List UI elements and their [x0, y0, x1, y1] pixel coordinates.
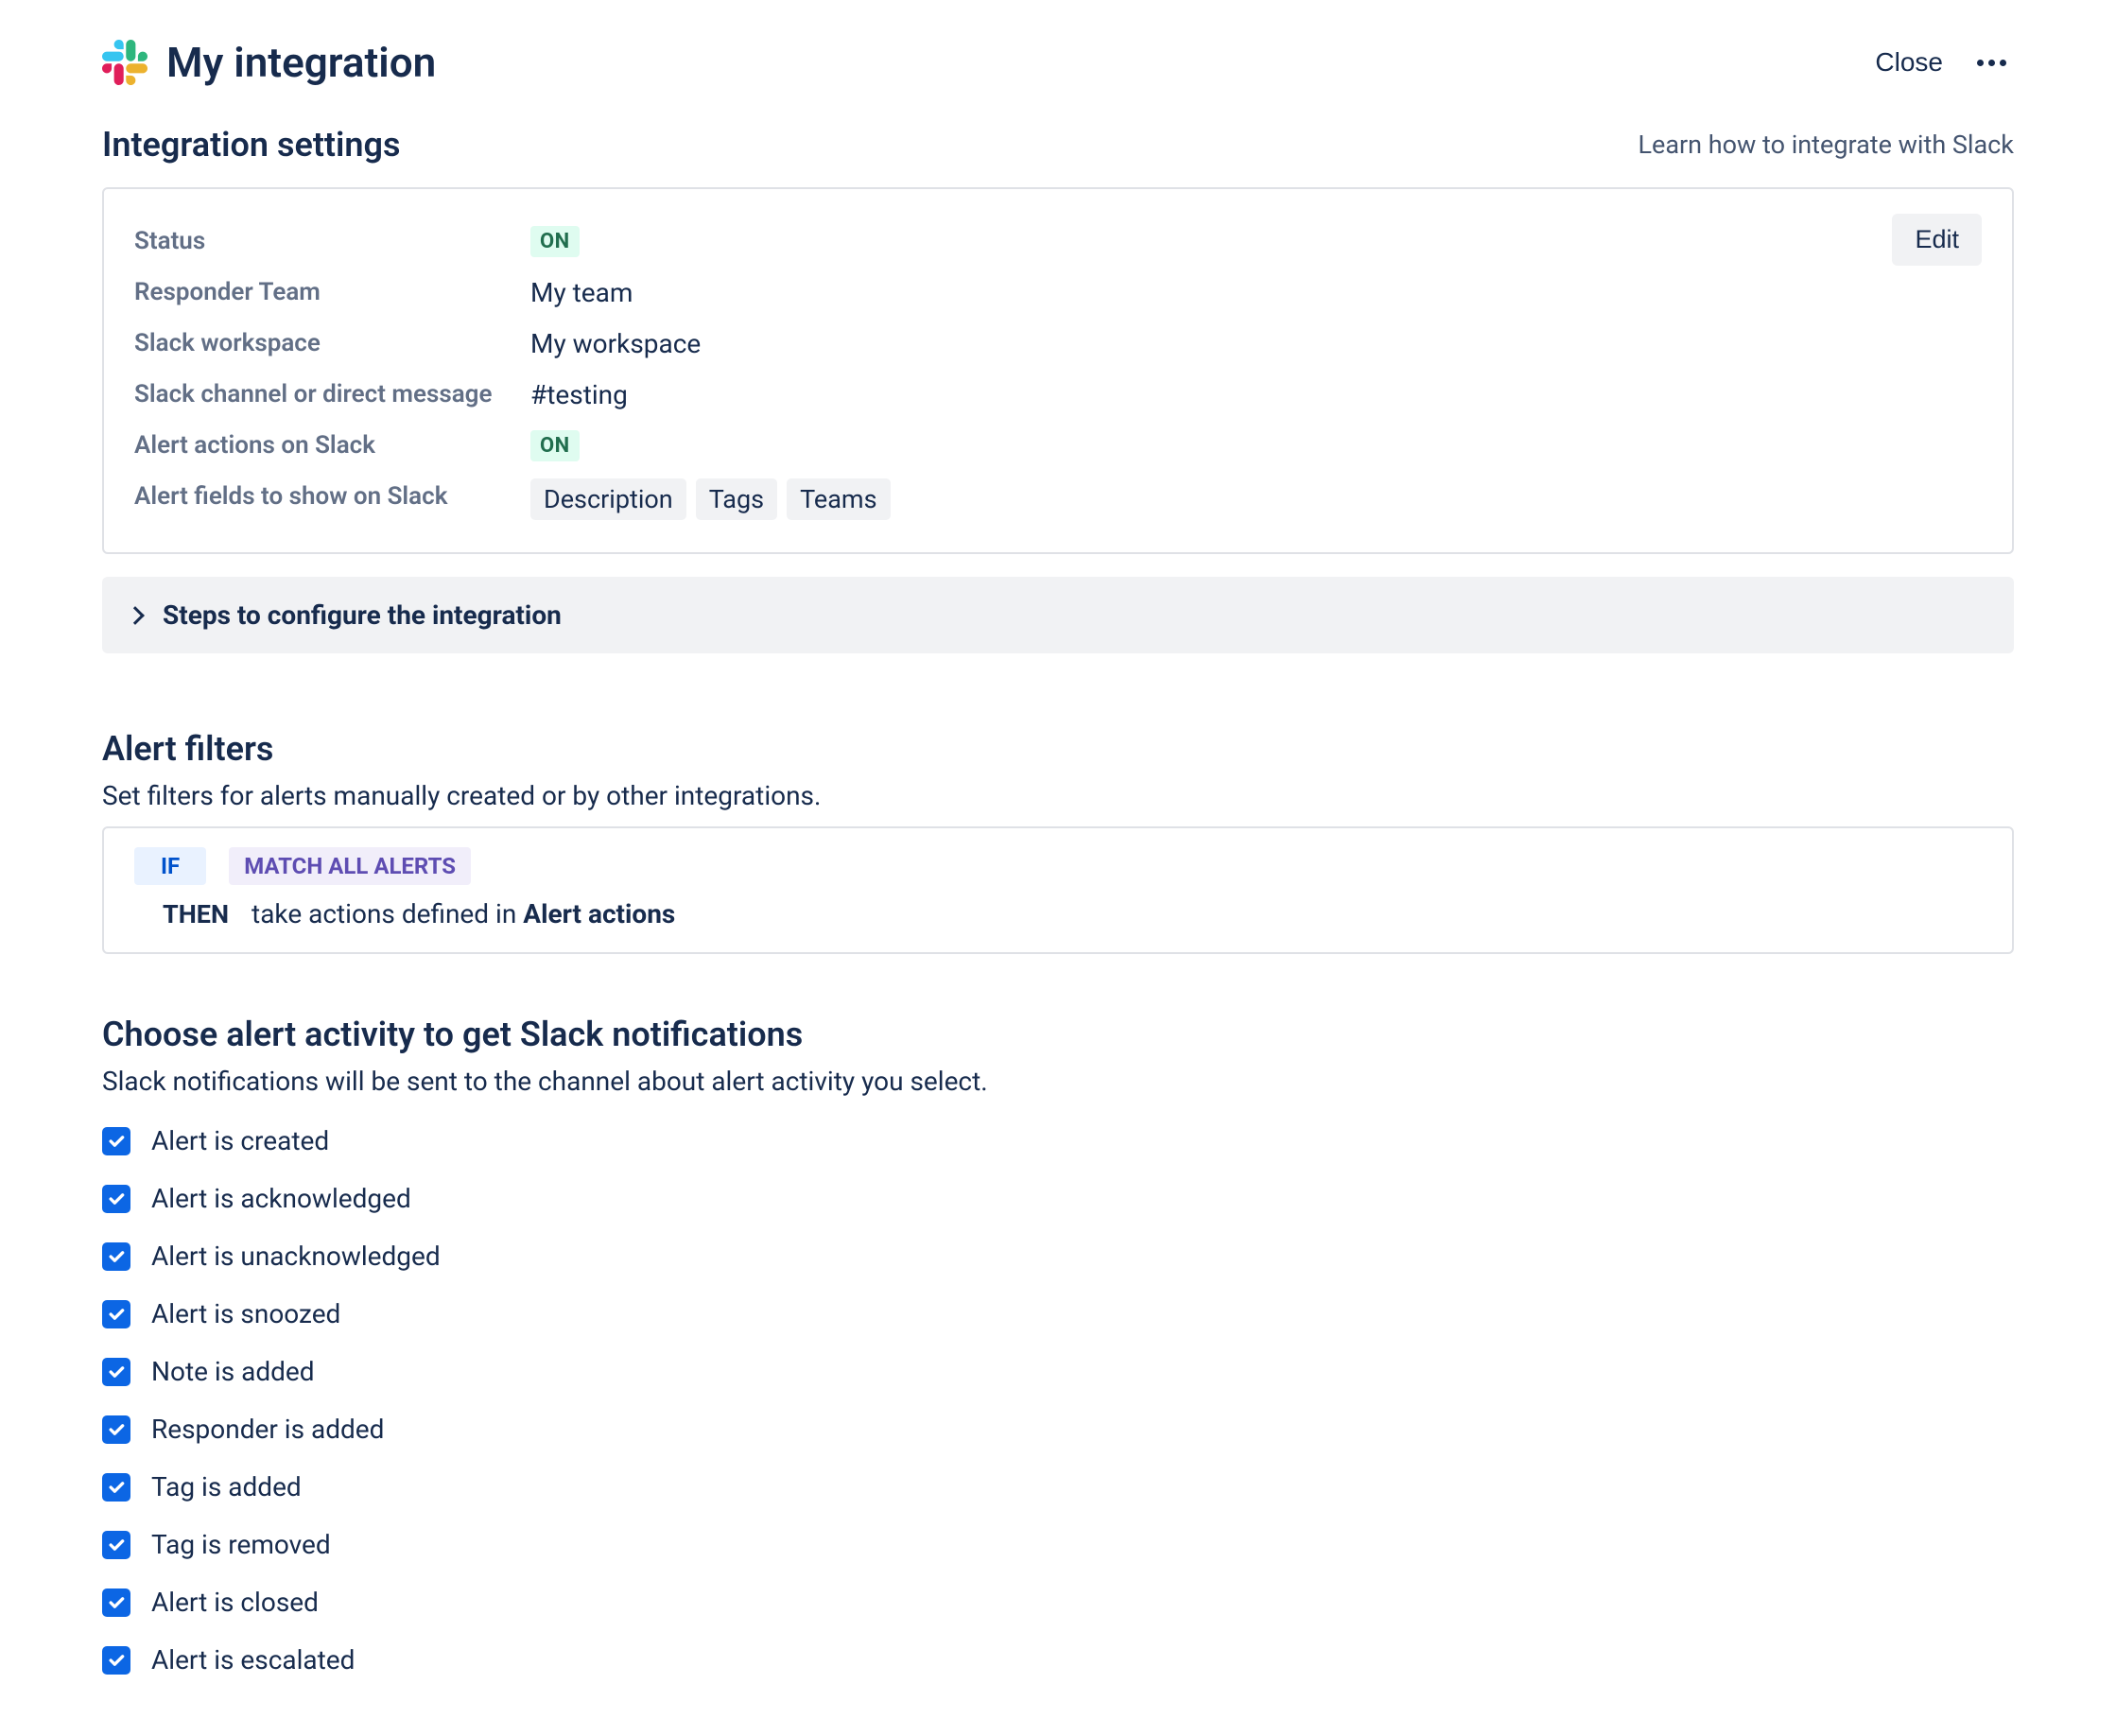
if-badge: IF	[134, 847, 206, 885]
alert-activity-item: Tag is added	[102, 1471, 2014, 1502]
then-text-bold: Alert actions	[523, 898, 675, 929]
alert-activity-item: Alert is acknowledged	[102, 1183, 2014, 1214]
checkbox[interactable]	[102, 1473, 130, 1502]
status-badge: ON	[530, 226, 580, 257]
slack-icon	[102, 40, 147, 85]
settings-row-label: Status	[134, 227, 508, 255]
checkbox[interactable]	[102, 1242, 130, 1271]
checkbox[interactable]	[102, 1531, 130, 1559]
alert-activity-item: Alert is created	[102, 1125, 2014, 1156]
settings-row-label: Alert fields to show on Slack	[134, 482, 508, 511]
dot-icon	[1977, 60, 1984, 66]
alert-activity-item: Alert is escalated	[102, 1644, 2014, 1675]
page-header: My integration Close	[102, 38, 2014, 87]
alert-activity-heading: Choose alert activity to get Slack notif…	[102, 1015, 2014, 1054]
checkbox-label: Alert is acknowledged	[151, 1183, 411, 1214]
settings-row-label: Responder Team	[134, 278, 508, 306]
match-badge: MATCH ALL ALERTS	[229, 847, 471, 885]
filter-then-row: THEN take actions defined in Alert actio…	[134, 898, 1982, 929]
page-title: My integration	[166, 38, 436, 87]
checkbox-label: Note is added	[151, 1356, 315, 1387]
checkbox-label: Alert is unacknowledged	[151, 1241, 441, 1272]
alert-filters-subtitle: Set filters for alerts manually created …	[102, 780, 2014, 811]
close-button[interactable]: Close	[1875, 47, 1943, 78]
chip: Tags	[696, 478, 777, 520]
steps-to-configure-toggle[interactable]: Steps to configure the integration	[102, 577, 2014, 653]
alert-activity-item: Responder is added	[102, 1414, 2014, 1445]
checkbox-label: Responder is added	[151, 1414, 384, 1445]
checkbox-label: Alert is created	[151, 1125, 329, 1156]
learn-link[interactable]: Learn how to integrate with Slack	[1638, 130, 2014, 160]
checkbox[interactable]	[102, 1300, 130, 1328]
integration-settings-header: Integration settings Learn how to integr…	[102, 125, 2014, 165]
alert-activity-subtitle: Slack notifications will be sent to the …	[102, 1066, 2014, 1097]
alert-activity-item: Alert is unacknowledged	[102, 1241, 2014, 1272]
header-left: My integration	[102, 38, 436, 87]
integration-settings-heading: Integration settings	[102, 125, 400, 165]
alert-filters-card: IF MATCH ALL ALERTS THEN take actions de…	[102, 826, 2014, 954]
alert-activity-list: Alert is created Alert is acknowledged Ale…	[102, 1125, 2014, 1675]
checkbox[interactable]	[102, 1358, 130, 1386]
settings-row: Alert actions on Slack ON	[134, 420, 1982, 471]
header-right: Close	[1875, 47, 2014, 78]
filter-if-row: IF MATCH ALL ALERTS	[134, 847, 1982, 885]
dot-icon	[1988, 60, 1995, 66]
alert-activity-item: Note is added	[102, 1356, 2014, 1387]
dot-icon	[2000, 60, 2006, 66]
alert-activity-item: Alert is closed	[102, 1587, 2014, 1618]
settings-row-label: Slack channel or direct message	[134, 380, 508, 408]
then-label: THEN	[163, 899, 229, 929]
settings-row-value: My workspace	[530, 328, 701, 359]
settings-row: Alert fields to show on Slack Description…	[134, 471, 1982, 522]
chevron-right-icon	[126, 606, 145, 625]
then-text-prefix: take actions defined in	[251, 898, 523, 929]
checkbox-label: Alert is snoozed	[151, 1298, 340, 1329]
checkbox[interactable]	[102, 1127, 130, 1155]
checkbox-label: Tag is added	[151, 1471, 302, 1502]
alert-filters-heading: Alert filters	[102, 729, 2014, 769]
settings-row-label: Alert actions on Slack	[134, 431, 508, 460]
status-badge: ON	[530, 430, 580, 461]
checkbox[interactable]	[102, 1185, 130, 1213]
settings-row-label: Slack workspace	[134, 329, 508, 357]
settings-row: Slack workspace My workspace	[134, 318, 1982, 369]
steps-label: Steps to configure the integration	[163, 599, 562, 631]
integration-settings-card: Edit Status ON Responder Team My team Slack …	[102, 187, 2014, 554]
settings-row: Slack channel or direct message #testing	[134, 369, 1982, 420]
settings-row-value: #testing	[530, 379, 628, 410]
settings-row-value: My team	[530, 277, 633, 308]
checkbox-label: Alert is escalated	[151, 1644, 355, 1675]
settings-row: Responder Team My team	[134, 267, 1982, 318]
then-text: take actions defined in Alert actions	[251, 898, 675, 929]
alert-activity-item: Alert is snoozed	[102, 1298, 2014, 1329]
chip-group: DescriptionTagsTeams	[530, 473, 891, 520]
checkbox[interactable]	[102, 1588, 130, 1617]
alert-activity-item: Tag is removed	[102, 1529, 2014, 1560]
checkbox-label: Tag is removed	[151, 1529, 331, 1560]
more-menu-button[interactable]	[1969, 52, 2014, 74]
checkbox-label: Alert is closed	[151, 1587, 319, 1618]
chip: Teams	[787, 478, 890, 520]
checkbox[interactable]	[102, 1415, 130, 1444]
settings-row: Status ON	[134, 216, 1982, 267]
chip: Description	[530, 478, 686, 520]
edit-button[interactable]: Edit	[1892, 214, 1982, 266]
checkbox[interactable]	[102, 1646, 130, 1675]
